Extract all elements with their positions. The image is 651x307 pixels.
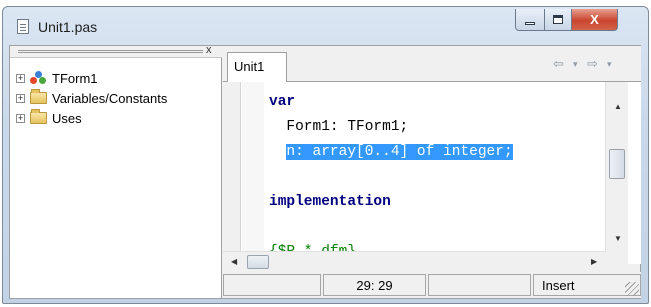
minimize-button[interactable] — [515, 9, 545, 31]
tree-item-variables-constants[interactable]: + Variables/Constants — [16, 88, 167, 108]
editor-window: Unit1.pas X x + TForm1 + Variables/Const… — [2, 6, 649, 304]
tree-item-label: Variables/Constants — [52, 90, 168, 106]
expand-icon[interactable]: + — [16, 113, 25, 123]
maximize-button[interactable] — [544, 9, 572, 31]
close-button[interactable]: X — [571, 9, 618, 31]
back-dropdown-icon[interactable]: ▾ — [573, 59, 578, 70]
window-title: Unit1.pas — [38, 19, 98, 35]
document-icon — [17, 19, 29, 34]
folder-icon — [30, 89, 47, 104]
forward-arrow-icon[interactable]: ⇨ — [587, 56, 598, 72]
horizontal-scroll-thumb[interactable] — [247, 255, 269, 269]
expand-icon[interactable]: + — [16, 73, 25, 83]
cursor-position: 29: 29 — [323, 274, 426, 296]
explorer-tree: + TForm1 + Variables/Constants + Uses — [16, 68, 167, 128]
window-client-area: x + TForm1 + Variables/Constants + Uses … — [9, 44, 641, 299]
vertical-scrollbar[interactable]: ▲ ▼ — [605, 82, 628, 264]
folder-icon — [30, 109, 47, 124]
code-line-var: var — [269, 94, 296, 110]
tab-unit1[interactable]: Unit1 — [227, 52, 287, 83]
tree-item-uses[interactable]: + Uses — [16, 108, 167, 128]
code-line-implementation: implementation — [269, 194, 391, 210]
tab-label: Unit1 — [234, 59, 265, 74]
resize-grip-icon[interactable] — [625, 282, 639, 296]
scroll-up-icon[interactable]: ▲ — [614, 102, 622, 111]
minimize-icon — [525, 22, 535, 25]
editor-tab-bar: Unit1 ⇦ ▾ ⇨ ▾ — [223, 46, 641, 83]
drag-grip[interactable] — [18, 50, 203, 53]
status-cell-modified — [428, 274, 531, 296]
editor-margin — [242, 82, 264, 264]
close-icon: X — [590, 12, 599, 27]
explorer-header[interactable]: x — [10, 44, 222, 58]
expand-icon[interactable]: + — [16, 93, 25, 103]
status-bar: 29: 29 Insert — [223, 272, 641, 298]
tree-item-label: TForm1 — [52, 70, 98, 86]
editor-gutter — [223, 82, 241, 264]
panel-close-icon[interactable]: x — [206, 44, 212, 56]
maximize-icon — [553, 15, 563, 24]
scroll-down-icon[interactable]: ▼ — [614, 234, 622, 243]
class-icon — [30, 71, 47, 85]
scroll-left-icon[interactable]: ◀ — [231, 257, 237, 266]
tree-item-tform1[interactable]: + TForm1 — [16, 68, 167, 88]
selected-code-line: n: array[0..4] of integer; — [286, 144, 513, 160]
tree-item-label: Uses — [52, 110, 82, 126]
forward-dropdown-icon[interactable]: ▾ — [607, 59, 612, 70]
code-line-form1: Form1: TForm1; — [269, 119, 409, 135]
status-cell-blank — [223, 274, 321, 296]
code-text[interactable]: var Form1: TForm1; n: array[0..4] of int… — [269, 90, 513, 265]
scroll-right-icon[interactable]: ▶ — [591, 257, 597, 266]
back-arrow-icon[interactable]: ⇦ — [553, 56, 564, 72]
code-editor[interactable]: var Form1: TForm1; n: array[0..4] of int… — [223, 82, 641, 264]
vertical-scroll-thumb[interactable] — [609, 149, 625, 179]
code-line-indent — [269, 144, 286, 160]
title-bar[interactable]: Unit1.pas X — [3, 7, 648, 39]
horizontal-scrollbar[interactable]: ◀ ▶ — [223, 251, 606, 271]
code-explorer-panel: x + TForm1 + Variables/Constants + Uses — [10, 44, 222, 298]
